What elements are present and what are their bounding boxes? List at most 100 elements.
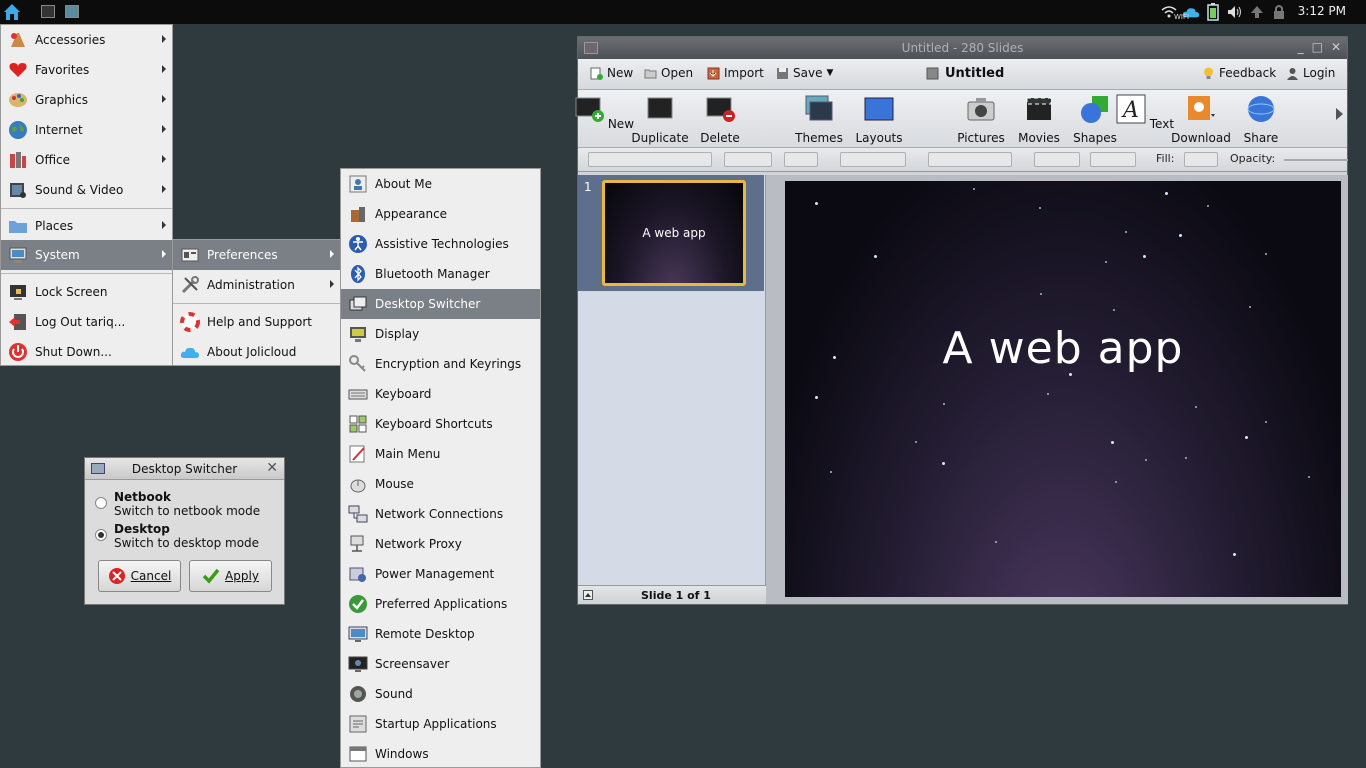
menu-item-display[interactable]: Display [341,319,540,349]
dialog-titlebar[interactable]: Desktop Switcher ✕ [85,458,284,480]
toolbar-pictures[interactable]: Pictures [951,94,1011,146]
menu-item-assistive[interactable]: Assistive Technologies [341,229,540,259]
menu-label: About Jolicloud [207,345,297,359]
minimize-icon[interactable]: _ [1298,40,1304,54]
menu-item-sound-video[interactable]: Sound & Video [1,175,172,205]
menu-item-screensaver[interactable]: Screensaver [341,649,540,679]
slides-window: Untitled - 280 Slides _ □ ✕ New Open Imp… [574,36,1348,605]
menu-item-main-menu[interactable]: Main Menu [341,439,540,469]
toolbar-new-slide[interactable]: New [574,94,634,146]
color-swatch[interactable] [784,152,818,167]
radio-desktop[interactable] [95,529,107,541]
menu-item-log-out[interactable]: Log Out tariq... [1,307,172,337]
toolbar-duplicate[interactable]: Duplicate [630,94,690,146]
text-style-buttons[interactable] [840,152,906,167]
cancel-button[interactable]: Cancel [98,560,181,592]
toolbar-themes[interactable]: Themes [789,94,849,146]
alignment-buttons[interactable] [928,152,1012,167]
menu-item-preferences[interactable]: Preferences [173,240,340,270]
network-icon [347,503,369,525]
menu-item-network-connections[interactable]: Network Connections [341,499,540,529]
close-icon[interactable]: ✕ [266,460,278,476]
font-size-select[interactable] [724,152,772,167]
menu-item-graphics[interactable]: Graphics [1,85,172,115]
menu-item-desktop-switcher[interactable]: Desktop Switcher [341,289,540,319]
toolbar-label: Duplicate [631,131,689,145]
close-icon[interactable]: ✕ [1331,40,1341,54]
font-family-select[interactable] [588,152,712,167]
menu-item-encryption[interactable]: Encryption and Keyrings [341,349,540,379]
option-netbook[interactable]: Netbook Switch to netbook mode [95,490,260,518]
menu-item-system[interactable]: System [1,240,172,270]
menu-item-favorites[interactable]: Favorites [1,55,172,85]
menu-item-keyboard[interactable]: Keyboard [341,379,540,409]
menu-item-about-jolicloud[interactable]: About Jolicloud [173,337,340,367]
list-buttons[interactable] [1090,152,1136,167]
menu-item-appearance[interactable]: Appearance [341,199,540,229]
window-titlebar[interactable]: Untitled - 280 Slides _ □ ✕ [578,37,1347,59]
fill-swatch[interactable] [1184,152,1218,167]
menu-item-places[interactable]: Places [1,211,172,241]
menu-item-lock-screen[interactable]: Lock Screen [1,277,172,307]
document-title[interactable]: Untitled [926,66,1004,81]
save-button[interactable]: Save ▼ [776,66,833,80]
toolbar-download[interactable]: Download [1171,94,1231,146]
slide-number: 1 [584,180,592,194]
slide-canvas[interactable]: A web app [785,181,1341,597]
new-button[interactable]: New [590,66,633,80]
slide-title[interactable]: A web app [785,323,1341,374]
menu-item-help[interactable]: Help and Support [173,307,340,337]
battery-icon[interactable] [1204,3,1222,21]
star-decoration [1195,406,1197,408]
menu-label: Network Proxy [375,537,462,551]
indent-buttons[interactable] [1034,152,1080,167]
clock[interactable]: 3:12 PM [1298,4,1346,18]
option-desktop[interactable]: Desktop Switch to desktop mode [95,522,259,550]
panel-toggle-icon[interactable] [583,590,593,600]
lock-icon[interactable] [1270,3,1288,21]
menu-item-mouse[interactable]: Mouse [341,469,540,499]
menu-item-network-proxy[interactable]: Network Proxy [341,529,540,559]
maximize-icon[interactable]: □ [1312,40,1323,54]
home-icon[interactable] [2,2,22,22]
star-decoration [1125,231,1127,233]
menu-item-power[interactable]: Power Management [341,559,540,589]
menu-item-bluetooth[interactable]: Bluetooth Manager [341,259,540,289]
apply-button[interactable]: Apply [189,560,272,592]
menu-item-office[interactable]: Office [1,145,172,175]
login-button[interactable]: Login [1286,66,1335,80]
menu-item-sound[interactable]: Sound [341,679,540,709]
opacity-slider[interactable] [1284,159,1348,161]
menu-item-preferred-apps[interactable]: Preferred Applications [341,589,540,619]
star-decoration [942,462,945,465]
slide-thumbnail[interactable]: A web app [602,180,746,286]
toolbar-layouts[interactable]: Layouts [849,94,909,146]
volume-icon[interactable] [1226,3,1244,21]
workspace-icon[interactable] [65,5,79,18]
radio-netbook[interactable] [95,497,107,509]
menu-item-startup-apps[interactable]: Startup Applications [341,709,540,739]
toolbar-delete[interactable]: Delete [690,94,750,146]
open-button[interactable]: Open [644,66,693,80]
folder-icon [7,215,29,237]
toolbar-text[interactable]: A Text [1115,94,1175,146]
show-desktop-icon[interactable] [41,5,55,18]
toolbar-movies[interactable]: Movies [1009,94,1069,146]
menu-item-administration[interactable]: Administration [173,270,340,300]
feedback-button[interactable]: Feedback [1202,66,1276,80]
option-text: Desktop Switch to desktop mode [114,522,259,550]
import-button[interactable]: Import [707,66,764,80]
top-panel: WIFI 3:12 PM [0,0,1366,24]
menu-item-windows[interactable]: Windows [341,739,540,768]
menu-item-about-me[interactable]: About Me [341,169,540,199]
update-arrow-icon[interactable] [1248,3,1266,21]
menu-item-accessories[interactable]: Accessories [1,25,172,55]
folder-icon [644,69,657,78]
menu-item-internet[interactable]: Internet [1,115,172,145]
slide-thumb-row[interactable]: 1 A web app [578,175,764,291]
menu-item-shut-down[interactable]: Shut Down... [1,337,172,367]
toolbar-overflow-arrow-icon[interactable] [1336,108,1343,120]
menu-item-remote-desktop[interactable]: Remote Desktop [341,619,540,649]
menu-item-keyboard-shortcuts[interactable]: Keyboard Shortcuts [341,409,540,439]
toolbar-share[interactable]: Share [1231,94,1291,146]
